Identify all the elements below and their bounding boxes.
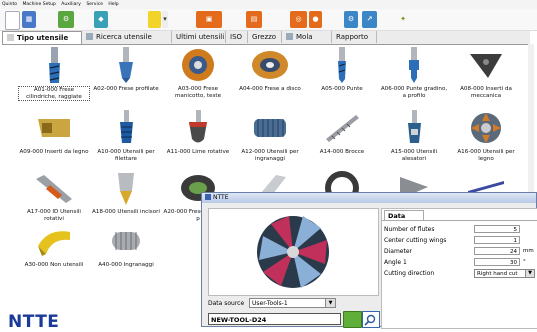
engraver-icon [118, 173, 134, 205]
tool-dialog: NTTE Data source User-Tools-1 ▼ NEW-TOOL… [201, 192, 537, 329]
tool-item-a40[interactable]: A40-000 Ingranaggi [90, 222, 162, 269]
brand-logo: NTTE [8, 312, 60, 332]
app-icon [205, 194, 211, 200]
data-source-label: Data source [208, 300, 245, 307]
diameter-unit: mm [523, 248, 534, 254]
step-drill-icon [409, 47, 419, 83]
rotary-file-icon [189, 110, 207, 143]
tool-item-a14[interactable]: A14-000 Brocce [306, 109, 378, 156]
tab-tipo-utensile[interactable]: Tipo utensile [2, 31, 82, 44]
chevron-down-icon[interactable]: ▼ [325, 299, 335, 307]
prop-label-cutting-direction: Cutting direction [384, 270, 435, 277]
menu-machine-setup[interactable]: Machine Setup [22, 2, 55, 7]
apply-tool-button[interactable] [343, 311, 362, 328]
rotary-tool-icon [36, 175, 72, 203]
prop-label-angle: Angle 1 [384, 259, 407, 266]
disc-cutter-icon [252, 51, 288, 79]
broach-icon [326, 115, 359, 142]
tool-item-a06[interactable]: A06-000 Punte gradino, a profilo [378, 46, 450, 99]
dropdown-arrow-icon[interactable]: ▾ [162, 11, 168, 28]
flutes-field[interactable]: 5 [474, 225, 520, 233]
tab-iso[interactable]: ISO [226, 31, 248, 43]
grid-scrollbar[interactable] [528, 44, 534, 194]
data-source-select[interactable]: User-Tools-1 ▼ [249, 298, 336, 308]
compass-icon[interactable]: ✦ [396, 11, 410, 28]
menu-service[interactable]: Service [86, 2, 103, 7]
tool-item-a04[interactable]: A04-000 Frese a disco [234, 46, 306, 93]
tab-grezzo[interactable]: Grezzo [248, 31, 282, 43]
dialog-titlebar[interactable]: NTTE [202, 193, 536, 203]
tool-item-a08[interactable]: A08-000 Inserti da meccanica [450, 46, 522, 99]
blank-tool-icon[interactable]: ▤ [246, 11, 262, 28]
tool-item-a17[interactable]: A17-000 ID Utensili rotativi [18, 169, 90, 222]
tool-item-a16[interactable]: A16-000 Utensili per legno [450, 109, 522, 162]
angle-unit: ° [523, 259, 526, 265]
tool-item-a10[interactable]: A10-000 Utensili per filettare [90, 109, 162, 162]
export-icon[interactable]: ↗ [362, 11, 377, 28]
search-button[interactable] [362, 311, 380, 328]
drill-icon [338, 47, 346, 83]
diameter-field[interactable]: 24 [474, 247, 520, 255]
tool-orange-icon[interactable]: ● [309, 11, 322, 28]
menu-bar: Quinto Machine Setup Auxiliary Service H… [0, 0, 537, 9]
table-icon[interactable]: ▦ [22, 11, 36, 28]
tool-item-a03[interactable]: A03-000 Frese manicotto, teste [162, 46, 234, 99]
tab-icon [7, 34, 14, 41]
prop-label-diameter: Diameter [384, 248, 413, 255]
menu-help[interactable]: Help [108, 2, 118, 7]
properties-panel: Data Number of flutes 5 Center cutting w… [381, 208, 537, 329]
shell-mill-icon [182, 49, 214, 81]
insert-icon [470, 54, 502, 78]
wood-insert-icon [38, 119, 70, 137]
gear-icon [112, 232, 140, 250]
tool-name-input[interactable]: NEW-TOOL-D24 [208, 313, 341, 325]
tool-item-a02[interactable]: A02-000 Frese profilate [90, 46, 162, 93]
menu-auxiliary[interactable]: Auxiliary [61, 2, 81, 7]
toolbar: ▦ ⚙ ◆ ▾ ▣ ▤ ◎ ● ⚙ ↗ ✦ [0, 9, 537, 31]
wood-cutter-icon [471, 113, 501, 143]
tab-ultimi-utensili[interactable]: Ultimi utensili [172, 31, 226, 43]
thread-tool-icon [120, 110, 133, 143]
tool-item-a18[interactable]: A18-000 Utensili incisori [90, 169, 162, 216]
reamer-icon [408, 110, 421, 143]
non-tool-icon [38, 231, 70, 256]
tool-item-a30[interactable]: A30-000 Non utensili [18, 222, 90, 269]
gear-hob-icon [254, 119, 286, 137]
cutting-direction-select[interactable]: Right hand cut ▼ [474, 269, 535, 278]
menu-quinto[interactable]: Quinto [2, 2, 17, 7]
prop-label-center-wings: Center cutting wings [384, 237, 447, 244]
iso-tool-icon[interactable]: ▣ [196, 11, 222, 28]
search-tab-icon [86, 33, 93, 40]
new-file-icon[interactable] [5, 11, 20, 30]
tool-preview [208, 208, 379, 296]
tab-mola[interactable]: Mola [282, 31, 332, 43]
tool-green-icon[interactable]: ⚙ [58, 11, 74, 28]
tool-item-a01[interactable]: A01-000 Frese cilindriche, raggiate [18, 46, 90, 102]
settings-icon[interactable]: ⚙ [344, 11, 358, 28]
tool-item-a11[interactable]: A11-000 Lime rotative [162, 109, 234, 156]
tool-item-a05[interactable]: A05-000 Punte [306, 46, 378, 93]
center-wings-field[interactable]: 1 [474, 236, 520, 244]
profile-cutter-icon [119, 47, 133, 83]
cutter-tool-icon[interactable]: ◎ [290, 11, 307, 28]
tool-teal-icon[interactable]: ◆ [94, 11, 108, 28]
search-icon [364, 314, 376, 326]
folder-icon[interactable] [148, 11, 161, 28]
angle-field[interactable]: 30 [474, 258, 520, 266]
tab-rapporto[interactable]: Rapporto [332, 31, 377, 43]
chevron-down-icon[interactable]: ▼ [525, 270, 534, 277]
end-mill-icon [49, 47, 60, 83]
end-mill-preview-icon [257, 216, 329, 288]
tab-divider [382, 220, 537, 221]
grinding-tab-icon [286, 33, 293, 40]
prop-label-flutes: Number of flutes [384, 226, 435, 233]
tool-item-a09[interactable]: A09-000 Inserti da legno [18, 109, 90, 156]
tool-item-a15[interactable]: A15-000 Utensili alesatori [378, 109, 450, 162]
tab-ricerca-utensile[interactable]: Ricerca utensile [82, 31, 172, 43]
tool-item-a12[interactable]: A12-000 Utensili per ingranaggi [234, 109, 306, 162]
tab-data[interactable]: Data [384, 210, 424, 220]
tab-bar: Tipo utensile Ricerca utensile Ultimi ut… [2, 31, 530, 45]
